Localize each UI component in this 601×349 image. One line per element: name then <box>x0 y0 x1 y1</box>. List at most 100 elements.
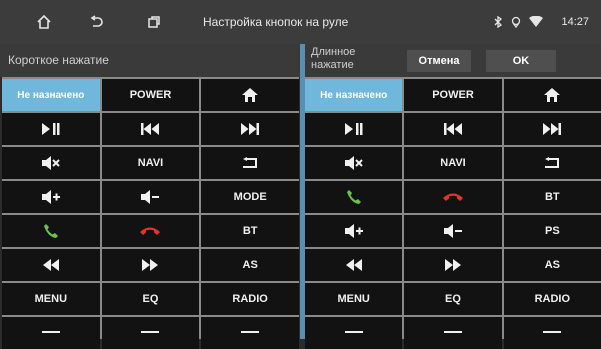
key-play-pause-button[interactable] <box>305 113 403 145</box>
key-label: BT <box>544 191 560 203</box>
volume-down-icon <box>141 190 160 204</box>
previous-track-icon <box>443 123 462 135</box>
more-icon <box>241 331 260 335</box>
key-label: POWER <box>129 89 172 101</box>
ok-button[interactable]: OK <box>486 50 556 72</box>
key-play-pause-button[interactable] <box>2 113 100 145</box>
key-call-end-button[interactable] <box>101 215 200 247</box>
key-unassigned-button[interactable]: Не назначено <box>305 79 403 111</box>
cancel-button[interactable]: Отмена <box>407 50 471 72</box>
key-label: AS <box>242 259 258 271</box>
key-label: MENU <box>337 293 370 305</box>
key-label: EQ <box>445 293 461 305</box>
call-accept-icon <box>346 189 362 205</box>
key-mode-button[interactable]: MODE <box>201 181 299 213</box>
key-bt-button[interactable]: BT <box>201 215 299 247</box>
play-pause-icon <box>41 123 60 135</box>
mute-icon <box>344 156 363 170</box>
key-navi-button[interactable]: NAVI <box>404 147 502 179</box>
key-volume-down-button[interactable] <box>404 215 502 247</box>
key-label: RADIO <box>232 293 268 305</box>
key-previous-track-button[interactable] <box>404 113 502 145</box>
key-home-button[interactable] <box>503 79 601 111</box>
key-volume-down-button[interactable] <box>101 181 200 213</box>
key-power-button[interactable]: POWER <box>404 79 502 111</box>
short-press-grid: Не назначено POWER NAVI MODE BT AS MENU EQ RADIO <box>2 77 299 349</box>
key-more-button[interactable] <box>101 317 200 349</box>
key-mute-button[interactable] <box>305 147 403 179</box>
key-fast-forward-button[interactable] <box>404 249 502 281</box>
key-more-button[interactable] <box>305 317 403 349</box>
recent-apps-icon[interactable] <box>136 0 172 44</box>
more-icon <box>443 331 462 335</box>
call-end-icon <box>442 192 463 202</box>
short-press-header: Короткое нажатие <box>0 44 300 77</box>
key-previous-track-button[interactable] <box>101 113 200 145</box>
status-bar: Настройка кнопок на руле 14:27 <box>0 0 601 44</box>
key-unassigned-button[interactable]: Не назначено <box>2 79 100 111</box>
volume-down-icon <box>443 224 462 238</box>
key-menu-button[interactable]: MENU <box>305 283 403 315</box>
fast-forward-icon <box>444 259 462 271</box>
key-volume-up-button[interactable] <box>2 181 100 213</box>
more-icon <box>344 331 363 335</box>
more-icon <box>41 331 60 335</box>
key-label: AS <box>544 259 560 271</box>
key-rewind-button[interactable] <box>2 249 100 281</box>
key-label: MODE <box>233 191 267 203</box>
mute-icon <box>41 156 60 170</box>
key-next-track-button[interactable] <box>201 113 299 145</box>
key-next-track-button[interactable] <box>503 113 601 145</box>
key-navi-button[interactable]: NAVI <box>101 147 200 179</box>
next-track-icon <box>543 123 562 135</box>
key-bt-button[interactable]: BT <box>503 181 601 213</box>
home-icon <box>544 88 561 102</box>
wifi-icon <box>529 16 544 27</box>
fast-forward-icon <box>141 259 159 271</box>
key-label: RADIO <box>534 293 571 305</box>
key-label: NAVI <box>137 157 164 169</box>
key-label: NAVI <box>440 157 466 169</box>
key-mute-button[interactable] <box>2 147 100 179</box>
key-return-button[interactable] <box>201 147 299 179</box>
home-icon <box>242 88 259 102</box>
key-more-button[interactable] <box>2 317 100 349</box>
key-volume-up-button[interactable] <box>305 215 403 247</box>
key-eq-button[interactable]: EQ <box>404 283 502 315</box>
key-call-accept-button[interactable] <box>2 215 100 247</box>
rewind-icon <box>345 259 363 271</box>
key-power-button[interactable]: POWER <box>101 79 200 111</box>
long-press-grid: Не назначено POWER NAVI BT PS AS MENU EQ RADIO <box>305 77 601 349</box>
short-press-label: Короткое нажатие <box>8 53 109 67</box>
home-icon[interactable] <box>26 0 62 44</box>
bluetooth-icon <box>495 16 503 28</box>
return-icon <box>543 157 561 169</box>
key-rewind-button[interactable] <box>305 249 403 281</box>
rewind-icon <box>42 259 60 271</box>
key-as-button[interactable]: AS <box>503 249 601 281</box>
key-call-end-button[interactable] <box>404 181 502 213</box>
key-label: Не назначено <box>320 89 388 101</box>
key-home-button[interactable] <box>201 79 299 111</box>
key-more-button[interactable] <box>503 317 601 349</box>
key-label: POWER <box>432 89 474 101</box>
back-icon[interactable] <box>78 0 114 44</box>
key-eq-button[interactable]: EQ <box>101 283 200 315</box>
key-more-button[interactable] <box>404 317 502 349</box>
key-as-button[interactable]: AS <box>201 249 299 281</box>
call-accept-icon <box>43 223 59 239</box>
return-icon <box>241 157 259 169</box>
key-label: Не назначено <box>17 89 85 101</box>
key-radio-button[interactable]: RADIO <box>201 283 299 315</box>
key-call-accept-button[interactable] <box>305 181 403 213</box>
key-fast-forward-button[interactable] <box>101 249 200 281</box>
key-ps-button[interactable]: PS <box>503 215 601 247</box>
volume-up-icon <box>344 224 363 238</box>
key-return-button[interactable] <box>503 147 601 179</box>
key-more-button[interactable] <box>201 317 299 349</box>
key-menu-button[interactable]: MENU <box>2 283 100 315</box>
key-radio-button[interactable]: RADIO <box>503 283 601 315</box>
status-icons: 14:27 <box>493 0 589 44</box>
more-icon <box>141 331 160 335</box>
long-press-label: Длинное нажатие <box>311 46 356 71</box>
